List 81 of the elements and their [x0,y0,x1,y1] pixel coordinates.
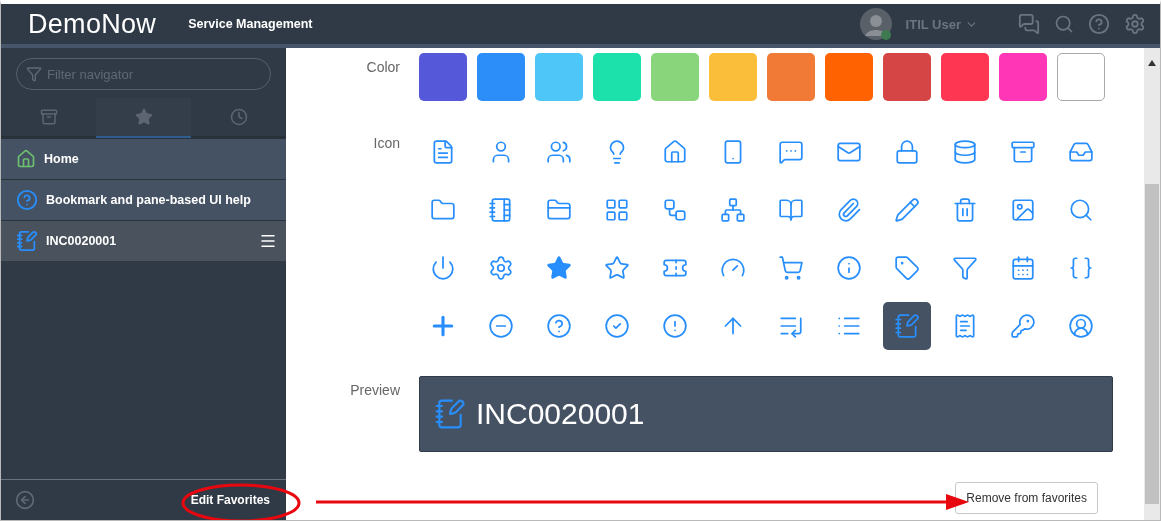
color-swatch[interactable] [709,53,757,101]
lock-icon [894,139,920,165]
settings-icon [488,255,514,281]
settings-icon[interactable] [1124,13,1146,35]
remove-button[interactable]: Remove from favorites [955,482,1098,514]
archive-icon [1010,139,1036,165]
color-swatch[interactable] [767,53,815,101]
scrollbar[interactable] [1144,48,1160,520]
color-swatch[interactable] [883,53,931,101]
color-swatch[interactable] [941,53,989,101]
help-icon [546,313,572,339]
notebook-pen-icon [434,398,466,430]
calendar-icon [1010,255,1036,281]
favorite-item[interactable]: Home [1,138,286,179]
alert-icon [662,313,688,339]
notebook-icon [488,197,514,223]
favorite-item[interactable]: INC0020001 [1,220,286,261]
field-label: Color [365,58,400,77]
edit-favorites-link[interactable]: Edit Favorites [190,493,270,507]
cart-icon [778,255,804,281]
chat-icon [778,139,804,165]
color-swatch[interactable] [593,53,641,101]
home-icon [662,139,688,165]
chat-icon[interactable] [1018,13,1040,35]
key-icon [1010,313,1036,339]
home-icon [16,149,36,169]
image-icon [1010,197,1036,223]
logo[interactable]: DemoNow [28,8,157,40]
icon-option[interactable] [883,302,931,350]
help-icon [16,189,38,211]
color-swatch[interactable] [825,53,873,101]
avatar[interactable] [859,8,892,40]
menu-icon[interactable] [259,232,277,250]
preview-title: INC0020001 [476,397,645,431]
collapse-icon[interactable] [15,490,35,510]
book-icon [778,197,804,223]
filled-star-icon [546,255,572,281]
color-swatch[interactable] [999,53,1047,101]
color-swatch[interactable] [477,53,525,101]
scroll-up-icon[interactable] [1148,60,1156,66]
power-icon [430,255,456,281]
color-swatch[interactable] [1057,53,1105,101]
braces-icon [1068,255,1094,281]
search-icon[interactable] [1054,14,1074,34]
hierarchy-icon [720,197,746,223]
group-icon [546,139,572,165]
favorite-item[interactable]: Bookmark and pane-based UI help [1,179,286,220]
inbox-icon [1068,139,1094,165]
database-icon [952,139,978,165]
folder-icon [546,197,572,223]
funnel-icon [26,66,42,82]
help-icon[interactable] [1088,13,1110,35]
color-swatch[interactable] [535,53,583,101]
mail-icon [836,139,862,165]
folder-icon [430,197,456,223]
notebook-pen-icon [894,313,920,339]
check-icon [604,313,630,339]
document-icon [430,139,456,165]
info-icon [836,255,862,281]
receipt-icon [952,313,978,339]
trash-icon [952,197,978,223]
minus-icon [488,313,514,339]
notebook-pen-icon [16,230,38,252]
field-label: Icon [372,134,400,153]
flow-icon [662,197,688,223]
color-swatch[interactable] [419,53,467,101]
navigator-tab[interactable] [96,98,191,138]
paperclip-icon [836,197,862,223]
star-icon [604,255,630,281]
person-icon [1068,313,1094,339]
archive-icon [39,108,58,126]
funnel-icon [952,255,978,281]
search-icon [1068,197,1094,223]
star-icon [134,108,153,126]
product-title: Service Management [188,17,313,31]
grid-icon [604,197,630,223]
tag-icon [894,255,920,281]
clock-icon [229,108,248,126]
field-label: Preview [349,381,400,400]
color-swatch[interactable] [651,53,699,101]
pencil-icon [894,197,920,223]
